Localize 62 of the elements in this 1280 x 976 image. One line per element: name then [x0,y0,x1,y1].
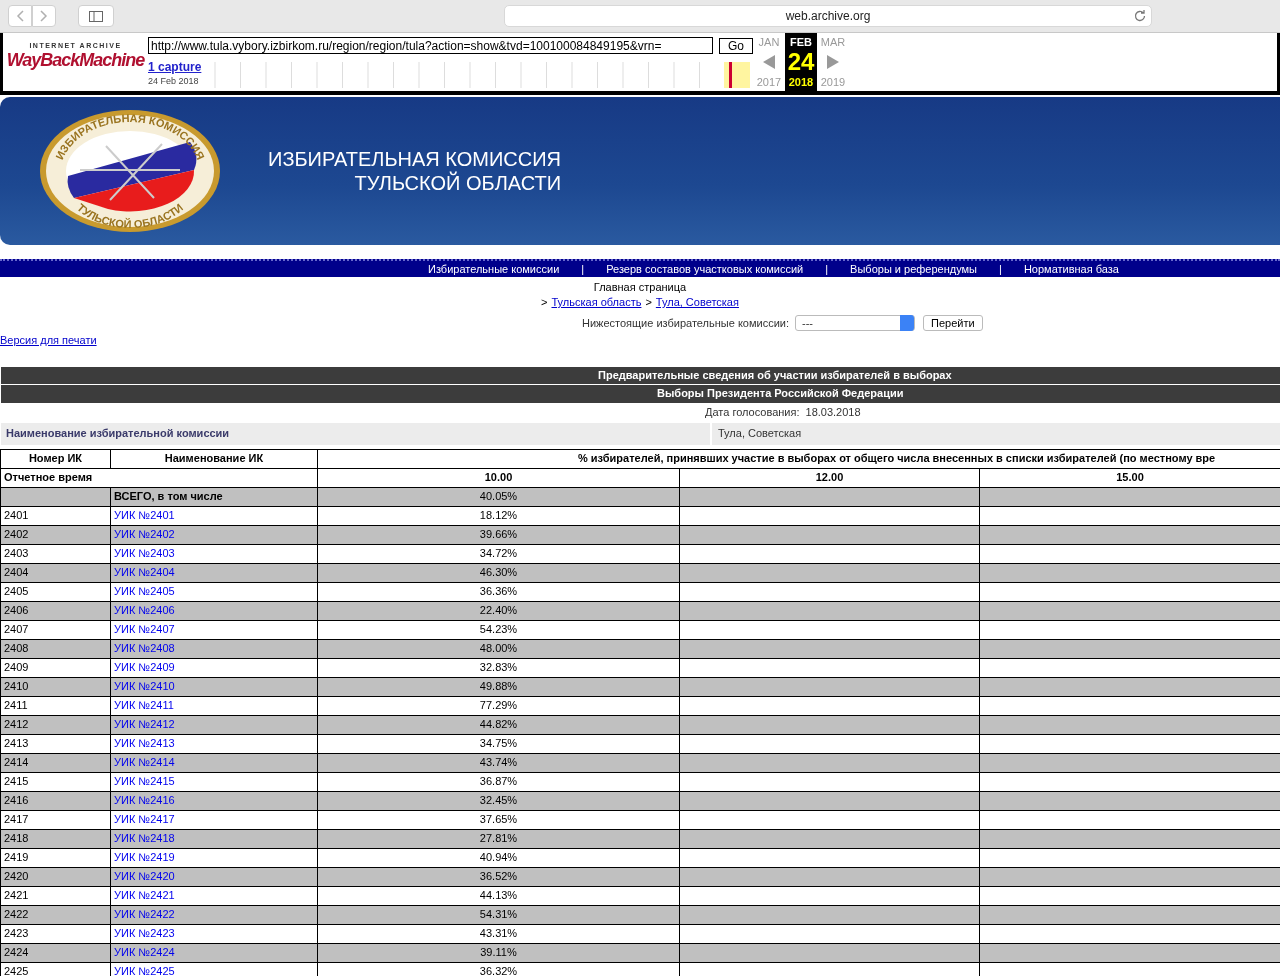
next-arrow-icon[interactable] [827,55,839,69]
wayback-logo[interactable]: WayBackMachine [6,50,145,70]
sidebar-icon [89,10,103,22]
back-button[interactable] [8,5,32,27]
commission-link[interactable]: УИК №2417 [114,811,175,828]
breadcrumb-link[interactable]: Тульская область [551,295,642,310]
commission-link[interactable]: УИК №2415 [114,773,175,790]
commission-link[interactable]: УИК №2403 [114,545,175,562]
previous-arrow-icon[interactable] [763,55,775,69]
commission-link[interactable]: УИК №2407 [114,621,175,638]
column-header: Наименование ИК [111,449,318,469]
nav-link[interactable]: Резерв составов участковых комиссий [606,260,804,278]
date-label: Дата голосования: [705,405,800,421]
row-header: Отчетное время [1,468,318,488]
banner-title: ИЗБИРАТЕЛЬНАЯ КОМИССИЯ [268,147,562,171]
sidebar-button[interactable] [78,5,114,27]
commission-link[interactable]: УИК №2419 [114,849,175,866]
breadcrumb-separator: > [645,295,652,310]
column-header: 15.00 [980,468,1280,488]
nav-separator: | [824,261,830,277]
nav-link[interactable]: Избирательные комиссии [428,260,560,278]
year-label[interactable]: 2018 [788,75,814,89]
report-title: Предварительные сведения об участии избирателей в выборах [1,366,1280,385]
go-button[interactable]: Go [719,37,753,54]
reload-icon[interactable] [1133,9,1147,23]
nav-separator: | [580,261,586,277]
captures-link[interactable]: 1 capture [148,60,208,74]
commission-link[interactable]: УИК №2405 [114,583,175,600]
breadcrumb-separator: > [541,295,548,310]
table-cell: Тула, Советская [710,422,802,445]
table-cell-text: Наименование избирательной комиссии [5,426,231,442]
home-link[interactable]: Главная страница [593,280,687,295]
nav-link[interactable]: Нормативная база [1023,260,1119,278]
column-header: 12.00 [680,468,980,488]
commission-link[interactable]: УИК №2425 [114,963,175,976]
forward-icon [40,10,48,22]
url-field[interactable]: http://www.tula.vybory.izbirkom.ru/region/region/tula?action=show&tvd=100100084849195&vrn= [148,37,713,54]
capture-date: 24 Feb 2018 [148,75,200,88]
forward-button[interactable] [32,5,56,27]
subcommissions-select[interactable]: --- [795,315,915,332]
breadcrumb-link[interactable]: Тула, Советская [655,295,739,310]
nav-separator: | [998,261,1003,277]
address-text: web.archive.org [785,8,871,25]
column-header: % избирателей, принявших участие в выборах от общего числа внесенных в списки избирателей (по местному вре [318,449,1280,469]
date-value: 18.03.2018 [805,405,861,421]
commission-link[interactable]: УИК №2423 [114,925,175,942]
banner-title: ТУЛЬСКОЙ ОБЛАСТИ [354,171,562,195]
go-button[interactable]: Перейти [923,315,983,332]
back-icon [16,10,24,22]
subcommissions-label: Нижестоящие избирательные комиссии: [582,316,789,331]
commission-link[interactable]: УИК №2411 [114,697,174,714]
column-header: 10.00 [318,468,680,488]
commission-link[interactable]: УИК №2409 [114,659,175,676]
day-label: 24 [787,49,815,75]
commission-link[interactable]: УИК №2413 [114,735,175,752]
commission-link[interactable]: УИК №2421 [114,887,175,904]
commission-link[interactable]: УИК №2401 [114,507,175,524]
nav-link[interactable]: Выборы и референдумы [850,260,978,278]
month-label[interactable]: FEB [790,35,812,49]
address-bar[interactable]: web.archive.org [504,5,1152,27]
column-header: Номер ИК [1,449,111,469]
print-version-link[interactable]: Версия для печати [0,332,97,349]
